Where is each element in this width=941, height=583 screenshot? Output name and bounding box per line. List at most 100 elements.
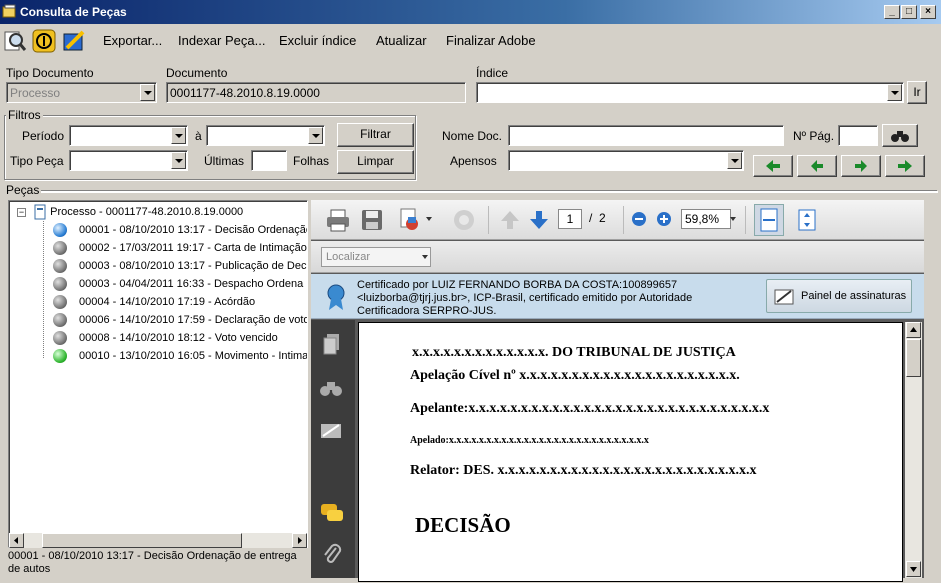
tipo-documento-select[interactable]: Processo	[6, 82, 157, 103]
toolbar-separator	[488, 206, 489, 234]
menu-exportar[interactable]: Exportar...	[103, 33, 162, 48]
menu-finalizar-adobe[interactable]: Finalizar Adobe	[446, 33, 536, 48]
print-icon[interactable]	[325, 207, 351, 233]
pdf-page: x.x.x.x.x.x.x.x.x.x.x.x.x. DO TRIBUNAL D…	[358, 322, 903, 582]
periodo-inicio-select[interactable]	[69, 125, 188, 146]
chevron-down-icon[interactable]	[171, 127, 186, 144]
npag-input[interactable]	[838, 125, 878, 146]
collapse-icon[interactable]: −	[17, 207, 26, 217]
indice-select[interactable]	[476, 82, 904, 103]
chevron-down-icon[interactable]	[729, 215, 737, 223]
close-button[interactable]: ×	[920, 5, 936, 19]
tree-root[interactable]: − Processo - 0001177-48.2010.8.19.0000	[17, 203, 243, 221]
tree-item[interactable]: 00006 - 14/10/2010 17:59 - Declaração de…	[53, 311, 307, 329]
maximize-button[interactable]: □	[901, 5, 917, 19]
arrow-down-icon[interactable]	[528, 208, 550, 232]
a-label: à	[195, 129, 202, 143]
tree-item-label: 00003 - 08/10/2010 13:17 - Publicação de…	[79, 260, 307, 272]
status-gray-icon	[53, 241, 67, 255]
nome-doc-label: Nome Doc.	[442, 129, 503, 143]
doc-line-4: Apelado:x.x.x.x.x.x.x.x.x.x.x.x.x.x.x.x.…	[410, 435, 649, 446]
scroll-right-button[interactable]	[292, 533, 307, 548]
status-gray-icon	[53, 295, 67, 309]
tree-horizontal-scrollbar[interactable]	[9, 533, 307, 548]
first-page-icon	[766, 160, 780, 172]
status-gray-icon	[53, 331, 67, 345]
scroll-thumb[interactable]	[906, 339, 921, 377]
tree-item-label: 00010 - 13/10/2010 16:05 - Movimento - I…	[79, 350, 308, 362]
fit-page-icon[interactable]	[794, 207, 820, 233]
first-page-button[interactable]	[753, 155, 793, 177]
scroll-left-button[interactable]	[9, 533, 24, 548]
zoom-out-icon[interactable]	[630, 210, 648, 228]
documento-value: 0001177-48.2010.8.19.0000	[170, 86, 320, 100]
tree-item[interactable]: 00001 - 08/10/2010 13:17 - Decisão Orden…	[53, 221, 307, 239]
certificate-ribbon-icon	[327, 284, 345, 310]
menu-excluir-indice[interactable]: Excluir índice	[279, 33, 356, 48]
ultimas-input[interactable]	[251, 150, 287, 171]
last-page-button[interactable]	[885, 155, 925, 177]
menu-atualizar[interactable]: Atualizar	[376, 33, 427, 48]
zoom-in-icon[interactable]	[655, 210, 673, 228]
sig-line-2: <luizborba@tjrj.jus.br>, ICP-Brasil, cer…	[357, 292, 693, 304]
apensos-select[interactable]	[508, 150, 744, 171]
tree-item[interactable]: 00002 - 17/03/2011 19:17 - Carta de Inti…	[53, 239, 307, 257]
chevron-down-icon[interactable]	[171, 152, 186, 169]
zoom-field[interactable]: 59,8%	[681, 209, 731, 229]
collaborate-icon[interactable]	[451, 207, 477, 233]
filtrar-button[interactable]: Filtrar	[337, 123, 414, 147]
pecas-tree: − Processo - 0001177-48.2010.8.19.0000 0…	[8, 200, 308, 548]
periodo-fim-select[interactable]	[206, 125, 325, 146]
tipo-peca-select[interactable]	[69, 150, 188, 171]
chevron-down-icon[interactable]	[727, 152, 742, 169]
search-document-icon[interactable]	[2, 28, 28, 54]
scroll-up-button[interactable]	[906, 322, 921, 338]
toolbar-separator	[745, 206, 746, 234]
binoculars-icon[interactable]	[319, 378, 343, 398]
limpar-button[interactable]: Limpar	[337, 150, 414, 174]
tree-item[interactable]: 00010 - 13/10/2010 16:05 - Movimento - I…	[53, 347, 308, 365]
create-pdf-icon[interactable]	[397, 207, 423, 233]
next-page-button[interactable]	[841, 155, 881, 177]
page-number-input[interactable]: 1	[558, 209, 582, 229]
chevron-down-icon[interactable]	[308, 127, 323, 144]
scroll-thumb[interactable]	[42, 533, 242, 548]
prev-page-button[interactable]	[797, 155, 837, 177]
comments-icon[interactable]	[319, 502, 345, 524]
ir-button[interactable]: Ir	[907, 81, 927, 104]
tipo-documento-label: Tipo Documento	[6, 66, 94, 80]
signature-icon[interactable]	[319, 420, 343, 442]
arrow-up-icon[interactable]	[499, 208, 521, 232]
doc-line-1: x.x.x.x.x.x.x.x.x.x.x.x.x. DO TRIBUNAL D…	[412, 345, 736, 360]
pdf-vertical-scrollbar[interactable]	[905, 322, 922, 578]
scroll-down-button[interactable]	[906, 561, 921, 577]
chevron-down-icon[interactable]	[425, 215, 433, 223]
sig-line-1: Certificado por LUIZ FERNANDO BORBA DA C…	[357, 279, 678, 291]
signature-pen-icon	[774, 289, 794, 305]
localizar-input[interactable]: Localizar	[321, 247, 431, 267]
doc-heading: DECISÃO	[415, 513, 511, 537]
signature-panel-button[interactable]: Painel de assinaturas	[766, 279, 912, 313]
prev-page-icon	[811, 160, 823, 172]
chevron-down-icon[interactable]	[421, 253, 429, 261]
edit-icon[interactable]	[61, 28, 87, 54]
chevron-down-icon[interactable]	[140, 84, 155, 101]
signature-bar: Certificado por LUIZ FERNANDO BORBA DA C…	[311, 274, 924, 319]
tree-item[interactable]: 00008 - 14/10/2010 18:12 - Voto vencido	[53, 329, 278, 347]
binoculars-button[interactable]	[882, 124, 918, 147]
next-page-icon	[855, 160, 867, 172]
minimize-button[interactable]: _	[884, 5, 900, 19]
tree-item[interactable]: 00003 - 08/10/2010 13:17 - Publicação de…	[53, 257, 307, 275]
fit-width-button[interactable]	[754, 204, 784, 236]
attachment-icon[interactable]	[321, 542, 343, 566]
sig-line-3: Certificadora SERPRO-JUS.	[357, 305, 497, 317]
info-icon[interactable]	[31, 28, 57, 54]
menu-indexar-peca[interactable]: Indexar Peça...	[178, 33, 265, 48]
pages-icon[interactable]	[321, 332, 343, 356]
tree-item[interactable]: 00003 - 04/04/2011 16:33 - Despacho Orde…	[53, 275, 303, 293]
nome-doc-input[interactable]	[508, 125, 784, 146]
chevron-down-icon[interactable]	[887, 84, 902, 101]
document-icon	[34, 204, 46, 220]
tree-item[interactable]: 00004 - 14/10/2010 17:19 - Acórdão	[53, 293, 255, 311]
save-icon[interactable]	[359, 207, 385, 233]
